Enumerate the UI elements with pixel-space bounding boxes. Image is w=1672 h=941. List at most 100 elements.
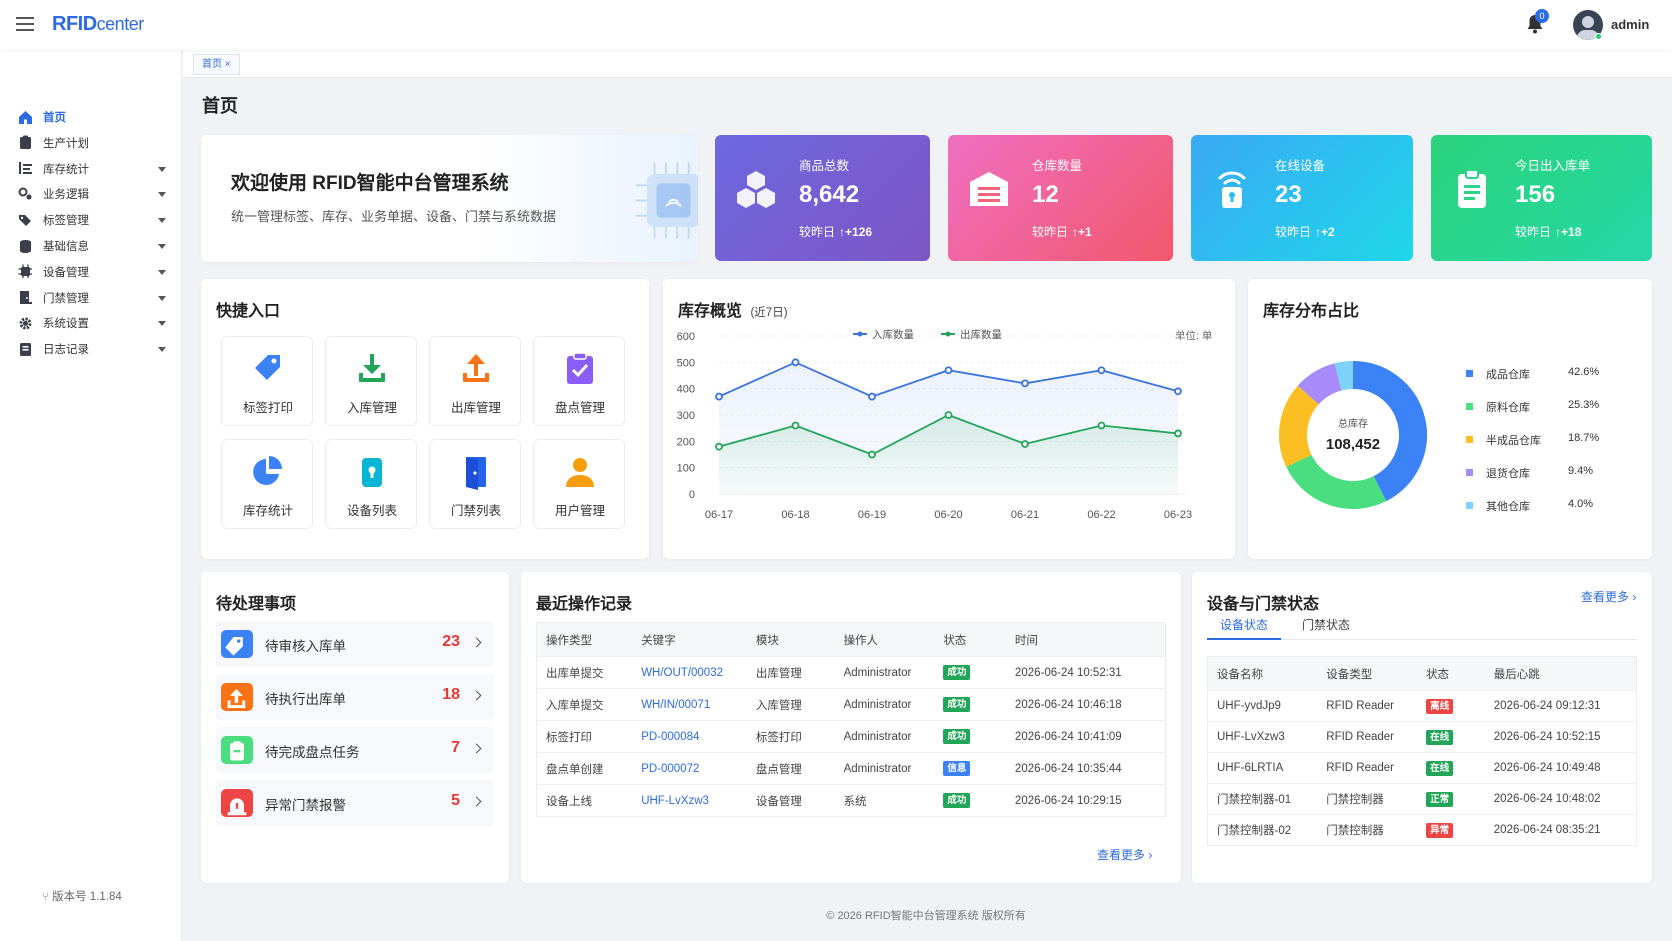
tag-icon [221,630,253,658]
stat-compare-label: 较昨日 [799,225,836,239]
data-point[interactable] [715,442,723,451]
chevron-down-icon [158,244,166,249]
x-tick-label: 06-18 [781,509,809,521]
quick-entry-0[interactable]: 标签打印 [221,336,313,426]
data-point[interactable] [1021,379,1029,388]
table-row[interactable]: UHF-LvXzw3 RFID Reader 在线 2026-06-24 10:52:… [1207,721,1637,753]
donut-slice[interactable] [1297,363,1343,405]
data-point[interactable] [1174,387,1182,396]
donut-slice[interactable] [1279,385,1320,467]
record-key-link[interactable]: PD-000084 [632,720,747,753]
data-point[interactable] [1174,429,1182,438]
pending-item-1[interactable]: 待执行出库单 18 [216,674,494,720]
record-type: 设备上线 [536,784,633,817]
data-point[interactable] [791,358,800,367]
sidebar-item-label: 日志记录 [43,344,89,357]
quick-entry-4[interactable]: 库存统计 [221,439,313,529]
data-point[interactable] [1097,421,1106,430]
quick-entry-2[interactable]: 出库管理 [429,336,521,426]
table-row[interactable]: UHF-6LRTIA RFID Reader 在线 2026-06-24 10:49:… [1207,752,1637,784]
brand-logo[interactable]: RFIDcenter [52,13,144,36]
pending-item-count: 7 [451,739,460,756]
y-tick-label: 300 [677,410,695,422]
sidebar-item-6[interactable]: 设备管理 [0,259,182,285]
stat-value: 12 [1032,181,1059,208]
table-row[interactable]: 出库单提交 WH/OUT/00032 出库管理 Administrator 成功 2026… [536,656,1166,689]
table-row[interactable]: 门禁控制器-02 门禁控制器 异常 2026-06-24 08:35:21 [1207,814,1637,846]
stat-card-daily-orders[interactable]: 今日出入库单 156 较昨日 ↑+18 [1431,135,1652,261]
stat-card-products[interactable]: 商品总数 8,642 较昨日 ↑+126 [715,135,930,261]
tags-icon [18,213,33,227]
device-status-panel: 设备与门禁状态 查看更多 › 设备状态 门禁状态 设备名称 设备类型 状态 最后心跳 … [1192,572,1652,883]
sidebar-item-4[interactable]: 标签管理 [0,207,182,233]
chevron-down-icon [158,166,166,172]
records-view-more-link[interactable]: 查看更多 › [1097,846,1152,863]
legend-label: 其他仓库 [1486,501,1530,513]
user-name[interactable]: admin [1611,17,1649,32]
pending-item-2[interactable]: 待完成盘点任务 7 [216,727,494,773]
donut-slice[interactable] [1334,361,1354,391]
quick-entry-7[interactable]: 用户管理 [533,439,625,529]
sidebar-item-5[interactable]: 基础信息 [0,233,182,259]
records-col-header: 状态 [934,622,1006,657]
cogs-icon [18,187,33,201]
table-row[interactable]: 门禁控制器-01 门禁控制器 正常 2026-06-24 10:48:02 [1207,783,1637,815]
record-operator: Administrator [834,688,935,721]
data-point[interactable] [868,450,876,459]
tab-device-status[interactable]: 设备状态 [1207,616,1281,640]
table-row[interactable]: 盘点单创建 PD-000072 盘点管理 Administrator 信息 2026-06… [536,752,1166,785]
data-point[interactable] [1097,366,1106,375]
pending-item-label: 待执行出库单 [265,692,346,707]
table-row[interactable]: 入库单提交 WH/IN/00071 入库管理 Administrator 成功 2026-… [536,688,1166,721]
tab-access-status[interactable]: 门禁状态 [1289,616,1363,640]
data-point[interactable] [1021,440,1029,448]
sidebar-item-9[interactable]: 日志记录 [0,336,182,362]
data-point[interactable] [944,411,953,419]
x-tick-label: 06-21 [1011,509,1039,521]
data-point[interactable] [944,366,953,375]
record-type: 入库单提交 [536,688,633,721]
stat-card-warehouses[interactable]: 仓库数量 12 较昨日 ↑+1 [948,135,1173,261]
table-row[interactable]: 设备上线 UHF-LvXzw3 设备管理 系统 成功 2026-06-24 10:29:1… [536,784,1166,817]
stat-card-online-devices[interactable]: 在线设备 23 较昨日 ↑+2 [1191,135,1413,261]
sidebar-item-7[interactable]: 门禁管理 [0,285,182,311]
sidebar-item-label: 标签管理 [43,215,89,228]
quick-entry-6[interactable]: 门禁列表 [429,439,521,529]
sidebar-item-8[interactable]: 系统设置 [0,310,182,336]
data-point[interactable] [791,421,800,430]
sidebar-item-1[interactable]: 生产计划 [0,130,182,156]
pending-item-3[interactable]: 异常门禁报警 5 [216,780,494,826]
record-key-link[interactable]: WH/IN/00071 [632,688,747,721]
stat-label: 在线设备 [1275,159,1326,173]
table-row[interactable]: UHF-yvdJp9 RFID Reader 离线 2026-06-24 09:12:… [1207,690,1637,722]
data-point[interactable] [715,392,723,401]
record-key-link[interactable]: PD-000072 [632,752,747,785]
table-row[interactable]: 标签打印 PD-000084 标签打印 Administrator 成功 2026-06-… [536,720,1166,753]
status-badge: 在线 [1426,760,1454,776]
record-key-link[interactable]: UHF-LvXzw3 [632,784,747,817]
devices-view-more-link[interactable]: 查看更多 › [1581,588,1636,605]
sidebar-item-2[interactable]: 库存统计 [0,156,182,182]
legend-marker [945,331,951,337]
quick-entry-5[interactable]: 设备列表 [325,439,417,529]
stat-label: 今日出入库单 [1515,159,1591,173]
quick-entry-3[interactable]: 盘点管理 [533,336,625,426]
record-key-link[interactable]: WH/OUT/00032 [632,656,747,689]
tab-home[interactable]: 首页 × [193,54,240,75]
device-type: RFID Reader [1317,752,1418,784]
menu-toggle-icon[interactable] [16,17,34,31]
record-module: 入库管理 [746,688,835,721]
sidebar-item-3[interactable]: 业务逻辑 [0,181,182,207]
donut-slice[interactable] [1352,361,1427,502]
sidebar-item-0[interactable]: 首页 [0,104,182,130]
quick-entry-1[interactable]: 入库管理 [325,336,417,426]
clipboard-icon [18,135,33,150]
data-point[interactable] [868,392,876,401]
gear-icon [18,316,33,330]
pending-item-0[interactable]: 待审核入库单 23 [216,621,494,667]
pending-item-count: 5 [451,792,460,809]
sidebar-item-label: 首页 [43,112,66,124]
stat-label: 仓库数量 [1032,159,1083,173]
status-badge: 成功 [943,697,971,712]
donut-slice[interactable] [1286,454,1387,509]
